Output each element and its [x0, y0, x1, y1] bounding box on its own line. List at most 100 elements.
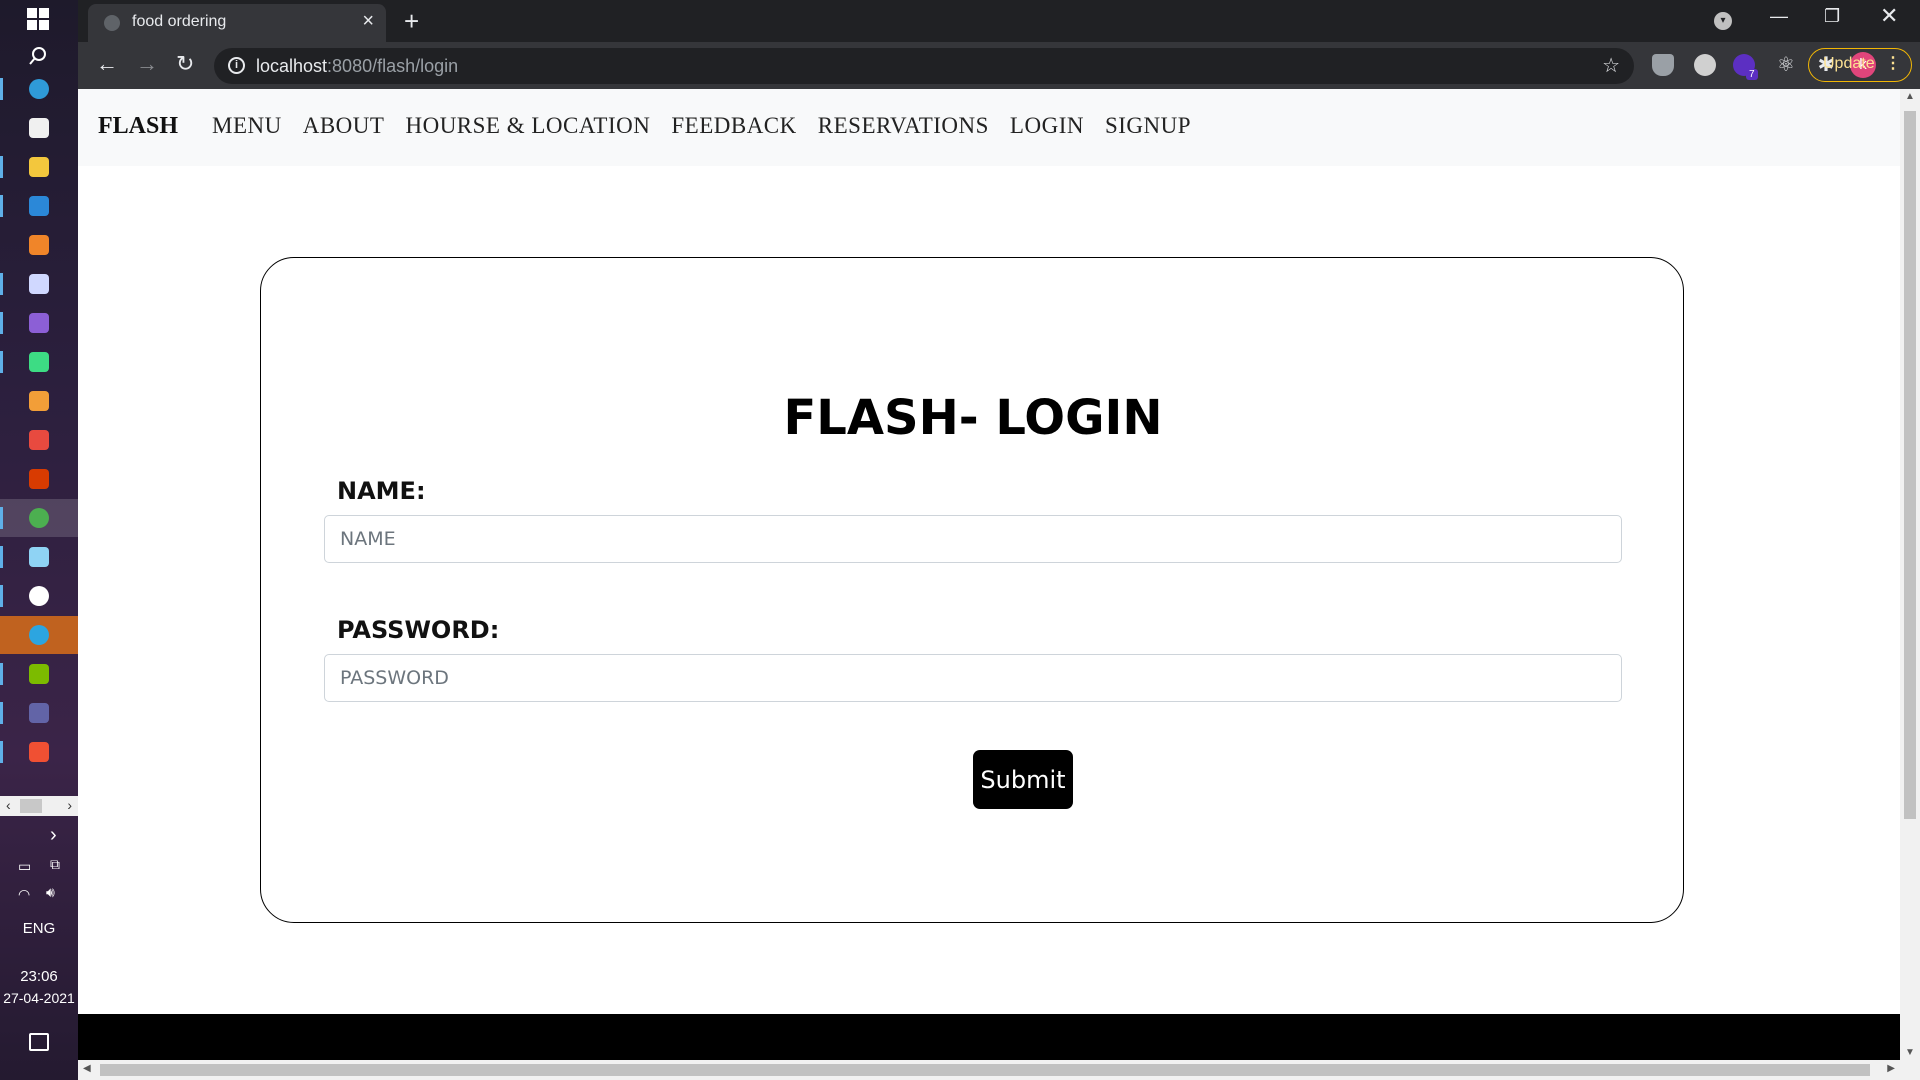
volume-icon[interactable]: 🔊︎ — [46, 884, 55, 901]
more-menu-icon[interactable]: ⋮ — [1885, 49, 1901, 79]
office-icon — [29, 469, 49, 489]
taskbar-teams-app[interactable] — [0, 694, 78, 732]
submit-button[interactable]: Submit — [973, 750, 1073, 809]
vertical-scrollbar[interactable]: ▲ ▼ — [1900, 89, 1920, 1060]
taskbar-scroller[interactable]: ‹ › — [0, 796, 78, 816]
reload-icon[interactable]: ↻ — [176, 51, 194, 77]
running-indicator — [0, 351, 3, 373]
forward-icon[interactable]: → — [136, 51, 158, 77]
running-indicator — [0, 507, 3, 529]
taskbar-chrome-app[interactable] — [0, 499, 78, 537]
brand-logo[interactable]: FLASH — [98, 113, 178, 140]
minimize-icon[interactable]: — — [1770, 6, 1788, 27]
mail-icon — [29, 196, 49, 216]
page-viewport: FLASH MENU ABOUT HOURSE & LOCATION FEEDBACK… — [78, 89, 1900, 1060]
media-icon — [29, 274, 49, 294]
taskbar-git-app[interactable] — [0, 733, 78, 771]
site-info-icon[interactable]: i — [228, 57, 245, 74]
taskbar-apps-grid-app[interactable] — [0, 655, 78, 693]
name-input[interactable] — [324, 515, 1622, 563]
language-indicator[interactable]: ENG — [0, 920, 78, 937]
file-explorer-icon — [29, 157, 49, 177]
nav-link-login[interactable]: LOGIN — [1010, 113, 1084, 139]
sublime-icon — [29, 391, 49, 411]
tab-search-icon[interactable]: ▾ — [1714, 12, 1732, 30]
taskbar-office-app[interactable] — [0, 460, 78, 498]
password-label: PASSWORD: — [337, 616, 500, 644]
nav-link-feedback[interactable]: FEEDBACK — [671, 113, 796, 139]
close-tab-icon[interactable]: × — [362, 10, 374, 33]
running-indicator — [0, 156, 3, 178]
nav-link-menu[interactable]: MENU — [212, 113, 282, 139]
password-input[interactable] — [324, 654, 1622, 702]
tab-strip: food ordering × + ▾ — ❐ ✕ — [78, 0, 1920, 42]
taskbar-xampp-app[interactable] — [0, 226, 78, 264]
nav-link-hourse-location[interactable]: HOURSE & LOCATION — [405, 113, 650, 139]
shield-extension-icon[interactable] — [1652, 54, 1674, 76]
wifi-icon[interactable]: ◠ — [18, 886, 30, 903]
update-label: Update — [1823, 55, 1875, 72]
scroll-left-arrow-icon[interactable]: ◀ — [83, 1063, 91, 1074]
taskbar-edge-app[interactable] — [0, 70, 78, 108]
login-card: FLASH- LOGIN NAME: PASSWORD: Submit — [260, 257, 1684, 923]
restore-icon[interactable]: ❐ — [1824, 6, 1840, 27]
taskbar-telegram-app[interactable] — [0, 616, 78, 654]
visual-studio-icon — [29, 313, 49, 333]
taskbar-media-app[interactable] — [0, 265, 78, 303]
chrome-window: food ordering × + ▾ — ❐ ✕ ← → ↻ i localh… — [78, 0, 1920, 1080]
taskbar-store-app[interactable] — [0, 109, 78, 147]
search-icon[interactable] — [28, 46, 48, 66]
extension-badge: 7 — [1746, 69, 1758, 80]
taskbar-sublime-app[interactable] — [0, 382, 78, 420]
tab-food-ordering[interactable]: food ordering × — [88, 4, 386, 42]
scroll-right-arrow-icon[interactable]: ▶ — [1887, 1063, 1895, 1074]
taskbar-visual-studio-app[interactable] — [0, 304, 78, 342]
url-path: :8080/flash/login — [327, 56, 459, 76]
git-icon — [29, 742, 49, 762]
meet-now-icon[interactable]: ⧉ — [50, 856, 60, 873]
nav-link-signup[interactable]: SIGNUP — [1105, 113, 1191, 139]
scroll-right-icon[interactable]: › — [67, 797, 72, 813]
close-window-icon[interactable]: ✕ — [1880, 3, 1898, 29]
horizontal-scrollbar[interactable]: ◀ ▶ — [78, 1060, 1920, 1080]
running-indicator — [0, 585, 3, 607]
nav-link-about[interactable]: ABOUT — [303, 113, 385, 139]
horizontal-scroll-thumb[interactable] — [100, 1064, 1870, 1076]
back-icon[interactable]: ← — [96, 51, 118, 77]
taskbar-record-app[interactable] — [0, 421, 78, 459]
taskbar-notes-app[interactable] — [0, 538, 78, 576]
notes-icon — [29, 547, 49, 567]
xampp-icon — [29, 235, 49, 255]
chevron-right-icon[interactable]: › — [50, 824, 57, 847]
taskbar-android-studio-app[interactable] — [0, 343, 78, 381]
url-text[interactable]: localhost:8080/flash/login — [256, 56, 458, 77]
new-tab-icon[interactable]: + — [404, 6, 419, 37]
scroll-down-icon[interactable]: ▼ — [1905, 1047, 1915, 1058]
scroll-left-icon[interactable]: ‹ — [6, 797, 11, 813]
chat-extension-icon[interactable] — [1694, 54, 1716, 76]
scroll-up-icon[interactable]: ▲ — [1905, 91, 1915, 102]
site-navbar: FLASH MENU ABOUT HOURSE & LOCATION FEEDBACK… — [78, 89, 1900, 166]
react-devtools-icon[interactable]: ⚛ — [1775, 54, 1797, 76]
running-indicator — [0, 78, 3, 100]
running-indicator — [0, 741, 3, 763]
windows-taskbar: ‹ › › ▭ ⧉ ◠ 🔊︎ ENG 23:06 27-04-2021 — [0, 0, 78, 1080]
taskbar-file-explorer-app[interactable] — [0, 148, 78, 186]
chrome-icon — [29, 508, 49, 528]
bookmark-star-icon[interactable]: ☆ — [1602, 53, 1620, 78]
vertical-scroll-thumb[interactable] — [1904, 111, 1916, 819]
running-indicator — [0, 702, 3, 724]
footer-bar — [78, 1014, 1900, 1060]
nav-link-reservations[interactable]: RESERVATIONS — [818, 113, 989, 139]
clock-time[interactable]: 23:06 — [0, 968, 78, 985]
clock-date[interactable]: 27-04-2021 — [0, 990, 78, 1006]
taskbar-mail-app[interactable] — [0, 187, 78, 225]
scroll-thumb[interactable] — [20, 799, 42, 813]
windows-start-icon[interactable] — [27, 8, 49, 30]
taskbar-settings-app[interactable] — [0, 577, 78, 615]
update-button[interactable]: Update ⋮ — [1808, 48, 1912, 82]
address-bar[interactable]: i localhost:8080/flash/login ☆ — [214, 48, 1634, 84]
notification-center-icon[interactable] — [29, 1033, 49, 1051]
apps-grid-icon — [29, 664, 49, 684]
battery-icon[interactable]: ▭ — [18, 858, 31, 875]
